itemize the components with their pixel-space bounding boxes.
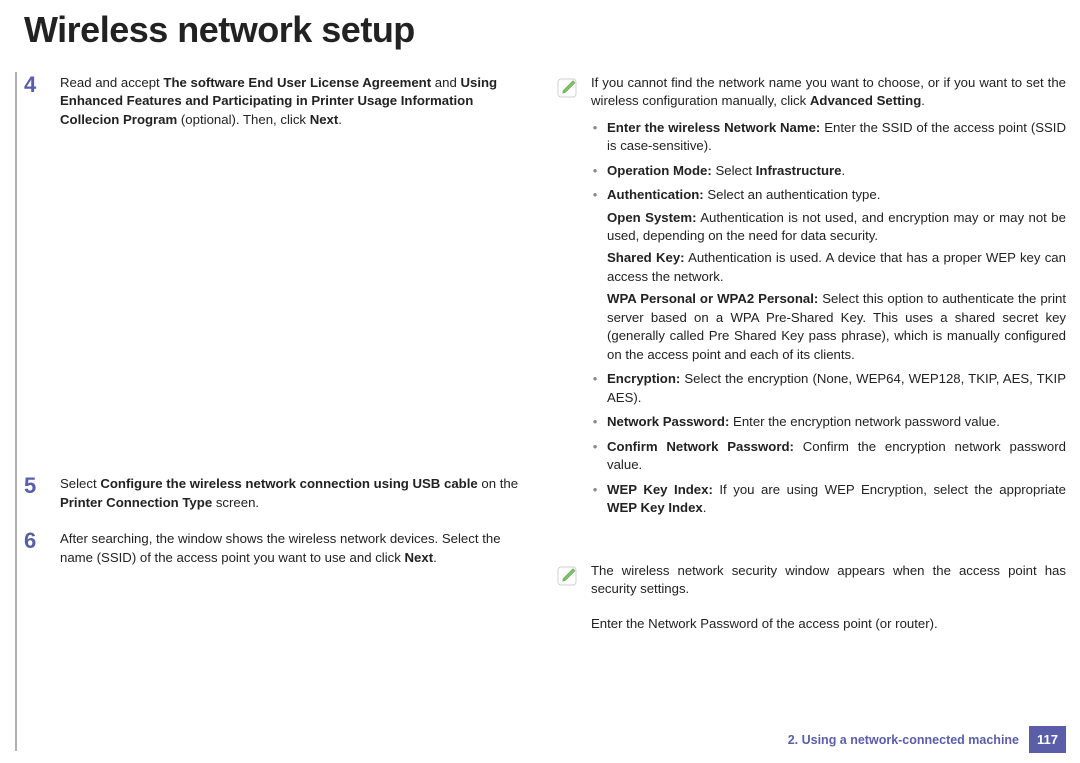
bullet-item: •WEP Key Index: If you are using WEP Enc… — [591, 481, 1066, 518]
note-intro: The wireless network security window app… — [591, 563, 1066, 596]
left-column: 4 Read and accept The software End User … — [24, 74, 535, 634]
note-followup: Enter the Network Password of the access… — [555, 615, 1066, 633]
bullet-item: •Enter the wireless Network Name: Enter … — [591, 119, 1066, 156]
note-icon — [555, 76, 579, 100]
spacer — [555, 540, 1066, 562]
bullet-subparagraph: Open System: Authentication is not used,… — [607, 209, 1066, 246]
step-number: 4 — [24, 74, 46, 129]
manual-page: Wireless network setup 4 Read and accept… — [0, 0, 1080, 763]
bullet-item: • Network Password: Enter the encryption … — [591, 413, 1066, 431]
bullet-marker: • — [591, 481, 599, 518]
bullet-text: Operation Mode: Select Infrastructure. — [607, 162, 1066, 180]
note-body: The wireless network security window app… — [591, 562, 1066, 599]
note-advanced-setting: If you cannot find the network name you … — [555, 74, 1066, 524]
step-number: 6 — [24, 530, 46, 567]
step-6: 6 After searching, the window shows the … — [24, 530, 535, 567]
bullet-marker: • — [591, 413, 599, 431]
bullet-item: •Authentication: Select an authenticatio… — [591, 186, 1066, 364]
note-icon — [555, 564, 579, 588]
note-body: If you cannot find the network name you … — [591, 74, 1066, 524]
bullet-list: •Enter the wireless Network Name: Enter … — [591, 119, 1066, 518]
step-body: Read and accept The software End User Li… — [60, 74, 535, 129]
right-column: If you cannot find the network name you … — [555, 74, 1066, 634]
step-body: After searching, the window shows the wi… — [60, 530, 535, 567]
note-intro: If you cannot find the network name you … — [591, 75, 1066, 108]
bullet-marker: • — [591, 438, 599, 475]
footer-chapter: 2. Using a network-connected machine — [788, 733, 1019, 747]
left-margin-rule — [15, 72, 17, 751]
bullet-item: •Encryption: Select the encryption (None… — [591, 370, 1066, 407]
bullet-marker: • — [591, 119, 599, 156]
bullet-marker: • — [591, 186, 599, 364]
bullet-text: Network Password: Enter the encryption n… — [607, 413, 1066, 431]
bullet-text: Authentication: Select an authentication… — [607, 186, 1066, 364]
bullet-text: Confirm Network Password: Confirm the en… — [607, 438, 1066, 475]
screenshot-placeholder — [24, 147, 535, 475]
bullet-subparagraph: Shared Key: Authentication is used. A de… — [607, 249, 1066, 286]
page-title: Wireless network setup — [0, 0, 1080, 56]
bullet-text: Encryption: Select the encryption (None,… — [607, 370, 1066, 407]
bullet-subparagraph: WPA Personal or WPA2 Personal: Select th… — [607, 290, 1066, 364]
bullet-marker: • — [591, 162, 599, 180]
bullet-item: •Confirm Network Password: Confirm the e… — [591, 438, 1066, 475]
bullet-text: Enter the wireless Network Name: Enter t… — [607, 119, 1066, 156]
footer-page-number: 117 — [1029, 726, 1066, 753]
step-4: 4 Read and accept The software End User … — [24, 74, 535, 129]
bullet-item: • Operation Mode: Select Infrastructure. — [591, 162, 1066, 180]
two-column-layout: 4 Read and accept The software End User … — [0, 56, 1080, 634]
note-security-window: The wireless network security window app… — [555, 562, 1066, 599]
bullet-marker: • — [591, 370, 599, 407]
step-body: Select Configure the wireless network co… — [60, 475, 535, 512]
page-footer: 2. Using a network-connected machine 117 — [788, 726, 1066, 753]
step-5: 5 Select Configure the wireless network … — [24, 475, 535, 512]
step-number: 5 — [24, 475, 46, 512]
bullet-text: WEP Key Index: If you are using WEP Encr… — [607, 481, 1066, 518]
